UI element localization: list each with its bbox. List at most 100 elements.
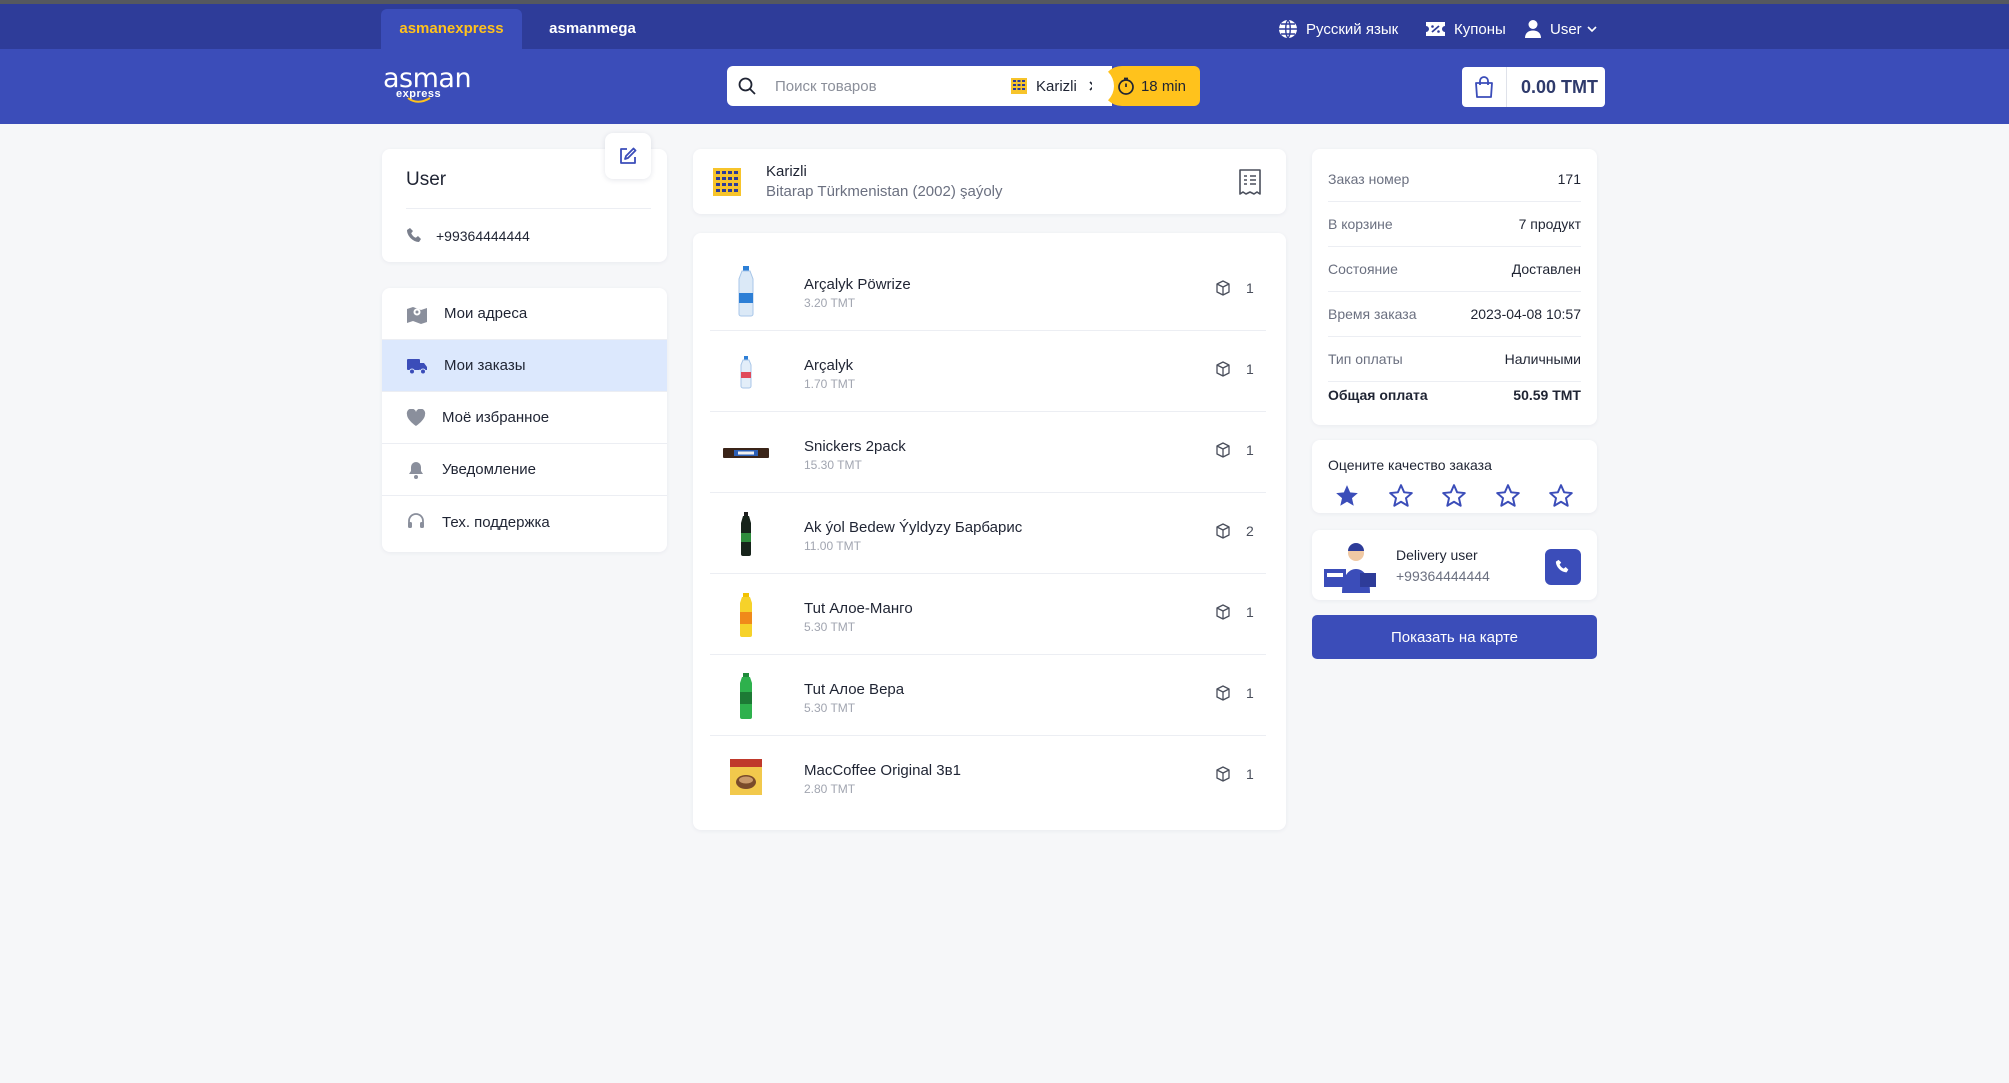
search-input[interactable] — [775, 74, 995, 98]
tab-asmanexpress[interactable]: asmanexpress — [381, 9, 522, 49]
menu-item-support[interactable]: Тех. поддержка — [382, 496, 667, 548]
water-bottle-icon — [740, 356, 752, 389]
product-name: MacCoffee Original 3в1 — [804, 762, 961, 779]
box-icon — [1216, 280, 1230, 296]
product-quantity: 1 — [1215, 766, 1254, 782]
cart-total: 0.00 TMT — [1521, 76, 1599, 97]
product-quantity: 1 — [1215, 442, 1254, 458]
receipt-icon[interactable] — [1238, 169, 1262, 195]
rating-card: Оцените качество заказа — [1312, 440, 1597, 513]
user-menu[interactable]: User — [1524, 17, 1598, 41]
edit-profile-button[interactable] — [605, 133, 651, 179]
product-row[interactable]: Tut Алое Вера 5.30 TMT 1 — [710, 655, 1266, 736]
store-selector-label: Karizli — [1036, 77, 1077, 95]
product-name: Tut Алое-Манго — [804, 600, 913, 617]
user-icon — [1525, 20, 1541, 38]
courier-name: Delivery user — [1396, 547, 1478, 563]
star-outline-icon[interactable] — [1388, 483, 1414, 509]
star-outline-icon[interactable] — [1495, 483, 1521, 509]
product-name: Ak ýol Bedew Ýyldyzy Барбарис — [804, 519, 1023, 536]
menu-item-label: Уведомление — [442, 461, 537, 478]
info-label: Время заказа — [1328, 306, 1417, 322]
product-name: Arçalyk Pöwrize — [804, 276, 911, 293]
coupon-icon — [1426, 22, 1445, 36]
headset-icon — [408, 513, 424, 528]
header: asman express Karizli — [0, 49, 2009, 124]
account-menu: Мои адреса Мои заказы Моё избранное Увед… — [382, 288, 667, 552]
product-name: Tut Алое Вера — [804, 681, 905, 698]
store-selector[interactable]: Karizli — [1010, 74, 1097, 98]
product-qty-value: 1 — [1246, 685, 1254, 701]
store-address: Bitarap Türkmenistan (2002) şaýoly — [766, 183, 1003, 200]
info-label: Заказ номер — [1328, 171, 1410, 187]
language-switch[interactable]: Русский язык — [1278, 17, 1398, 41]
star-outline-icon[interactable] — [1548, 483, 1574, 509]
product-quantity: 1 — [1215, 685, 1254, 701]
info-label: Состояние — [1328, 261, 1398, 277]
info-value: 7 продукт — [1518, 216, 1581, 232]
product-row[interactable]: Ak ýol Bedew Ýyldyzy Барбарис 11.00 TMT … — [710, 493, 1266, 574]
menu-item-label: Моё избранное — [442, 409, 550, 426]
cart-count-row: В корзине 7 продукт — [1328, 202, 1581, 247]
eta-label: 18 min — [1140, 77, 1186, 95]
product-qty-value: 1 — [1246, 604, 1254, 620]
product-quantity: 2 — [1215, 523, 1254, 539]
order-products-list: Arçalyk Pöwrize 3.20 TMT 1 Arçalyk 1.70 … — [693, 233, 1286, 830]
menu-item-notifications[interactable]: Уведомление — [382, 444, 667, 496]
product-qty-value: 1 — [1246, 442, 1254, 458]
product-qty-value: 1 — [1246, 280, 1254, 296]
product-row[interactable]: Tut Алое-Манго 5.30 TMT 1 — [710, 574, 1266, 655]
product-price: 15.30 TMT — [804, 458, 862, 472]
info-value: 50.59 TMT — [1513, 386, 1581, 403]
product-row[interactable]: MacCoffee Original 3в1 2.80 TMT 1 — [710, 736, 1266, 817]
order-store-card: Karizli Bitarap Türkmenistan (2002) şaýo… — [693, 149, 1286, 214]
coffee-pack-icon — [730, 759, 762, 795]
profile-phone-number: +99364444444 — [436, 228, 530, 244]
order-time-row: Время заказа 2023-04-08 10:57 — [1328, 292, 1581, 337]
product-quantity: 1 — [1215, 280, 1254, 296]
language-label: Русский язык — [1306, 20, 1399, 38]
divider — [406, 208, 651, 209]
product-row[interactable]: Arçalyk 1.70 TMT 1 — [710, 331, 1266, 412]
info-value: Наличными — [1504, 351, 1581, 367]
product-qty-value: 2 — [1246, 523, 1254, 539]
show-on-map-button[interactable]: Показать на карте — [1312, 615, 1597, 659]
product-name: Arçalyk — [804, 357, 854, 374]
cart-button[interactable]: 0.00 TMT — [1462, 67, 1605, 107]
product-price: 5.30 TMT — [804, 620, 856, 634]
info-label: Тип оплаты — [1328, 351, 1403, 367]
info-value: 171 — [1557, 171, 1581, 187]
tab-asmanmega[interactable]: asmanmega — [530, 9, 655, 49]
box-icon — [1216, 685, 1230, 701]
search-box: Karizli — [727, 66, 1112, 106]
info-value: 2023-04-08 10:57 — [1470, 306, 1581, 322]
courier-avatar — [1320, 539, 1382, 593]
courier-phone: +99364444444 — [1396, 568, 1490, 584]
truck-icon — [407, 358, 427, 374]
search-icon — [738, 77, 756, 95]
asman-express-logo[interactable]: asman express — [383, 65, 472, 106]
product-image — [722, 587, 770, 643]
menu-item-label: Мои заказы — [444, 357, 526, 374]
coupons-link[interactable]: Купоны — [1425, 17, 1506, 41]
product-name: Snickers 2pack — [804, 438, 906, 455]
product-row[interactable]: Arçalyk Pöwrize 3.20 TMT 1 — [710, 250, 1266, 331]
map-icon — [407, 306, 427, 324]
menu-item-addresses[interactable]: Мои адреса — [382, 288, 667, 340]
box-icon — [1216, 361, 1230, 377]
product-row[interactable]: Snickers 2pack 15.30 TMT 1 — [710, 412, 1266, 493]
menu-item-favorites[interactable]: Моё избранное — [382, 392, 667, 444]
star-filled-icon[interactable] — [1334, 483, 1360, 509]
box-icon — [1216, 523, 1230, 539]
dark-bottle-icon — [741, 512, 751, 556]
product-qty-value: 1 — [1246, 361, 1254, 377]
call-courier-button[interactable] — [1545, 549, 1581, 585]
store-building-icon — [1011, 78, 1027, 94]
rating-stars — [1334, 483, 1574, 509]
green-bottle-icon — [740, 673, 752, 719]
menu-item-label: Мои адреса — [444, 305, 528, 322]
menu-item-orders[interactable]: Мои заказы — [382, 340, 667, 392]
chevron-down-icon — [1587, 26, 1597, 33]
star-outline-icon[interactable] — [1441, 483, 1467, 509]
cart-divider — [1506, 67, 1507, 107]
